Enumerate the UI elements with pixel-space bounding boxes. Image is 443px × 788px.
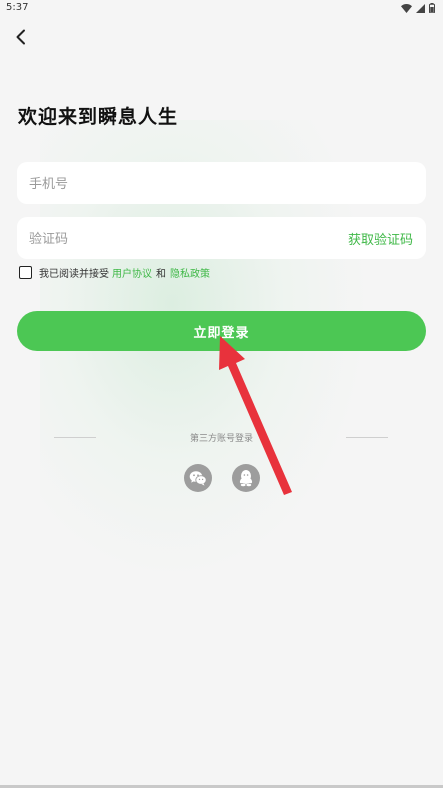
signal-icon <box>416 3 425 13</box>
agreement-prefix: 我已阅读并接受 <box>39 269 109 280</box>
page-title: 欢迎来到瞬息人生 <box>18 106 179 128</box>
phone-field <box>17 162 426 206</box>
divider-right <box>346 437 388 438</box>
status-time: 5:37 <box>6 2 29 13</box>
login-button-label: 立即登录 <box>193 325 250 341</box>
verification-code-input[interactable] <box>27 217 331 261</box>
qq-icon <box>239 470 253 487</box>
phone-input[interactable] <box>27 162 331 206</box>
chevron-left-icon <box>16 29 25 45</box>
agreement-and: 和 <box>156 269 166 280</box>
code-field: 获取验证码 <box>17 217 426 261</box>
user-agreement-link[interactable]: 用户协议 <box>112 265 152 280</box>
get-code-button[interactable]: 获取验证码 <box>348 229 413 248</box>
wifi-icon <box>401 3 412 13</box>
wechat-icon <box>189 471 207 486</box>
privacy-policy-link[interactable]: 隐私政策 <box>170 265 210 280</box>
status-icons <box>401 3 435 13</box>
wechat-login-button[interactable] <box>184 464 212 492</box>
login-button[interactable]: 立即登录 <box>17 311 426 351</box>
back-button[interactable] <box>10 26 32 48</box>
status-bar: 5:37 <box>0 0 443 18</box>
battery-icon <box>429 3 435 13</box>
agreement-row: 我已阅读并接受 用户协议 和 隐私政策 <box>19 265 210 280</box>
agreement-checkbox[interactable] <box>19 266 32 279</box>
qq-login-button[interactable] <box>232 464 260 492</box>
